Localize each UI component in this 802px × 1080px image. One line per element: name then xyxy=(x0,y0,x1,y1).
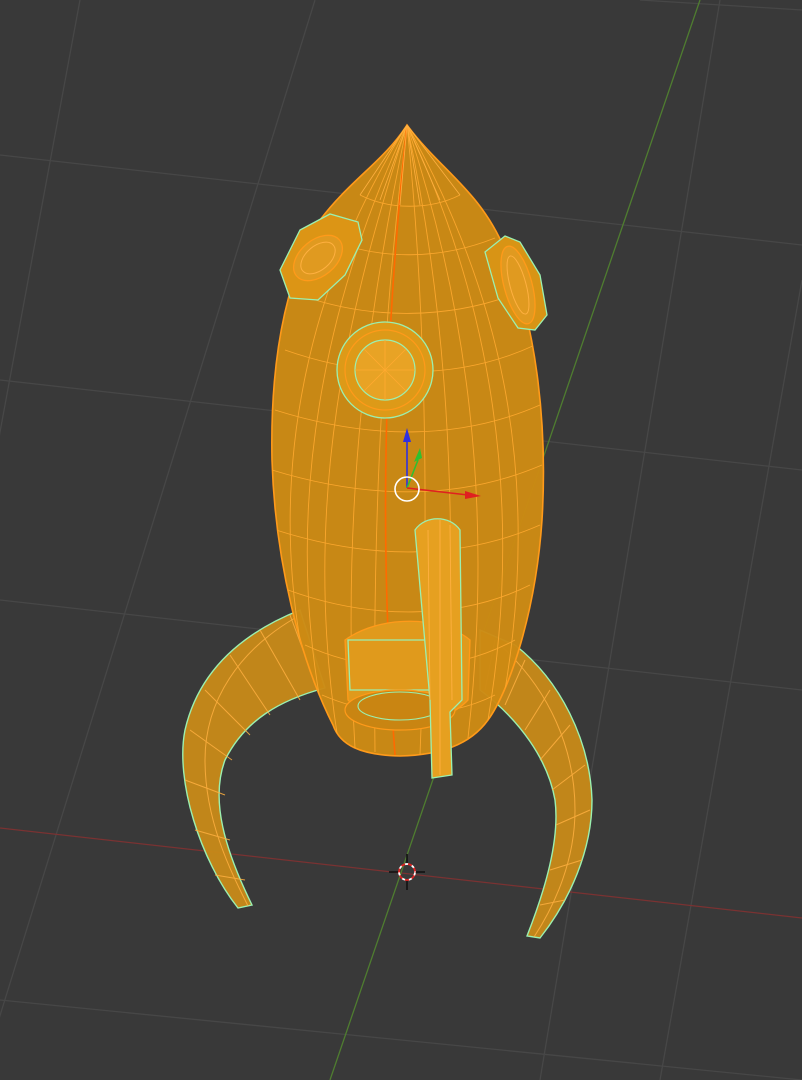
viewport-canvas[interactable] xyxy=(0,0,802,1080)
3d-cursor-icon[interactable] xyxy=(389,854,425,890)
3d-viewport[interactable] xyxy=(0,0,802,1080)
rocket-leg-left[interactable] xyxy=(182,609,326,909)
porthole-front[interactable] xyxy=(336,321,434,419)
rocket-mesh[interactable] xyxy=(182,123,593,939)
